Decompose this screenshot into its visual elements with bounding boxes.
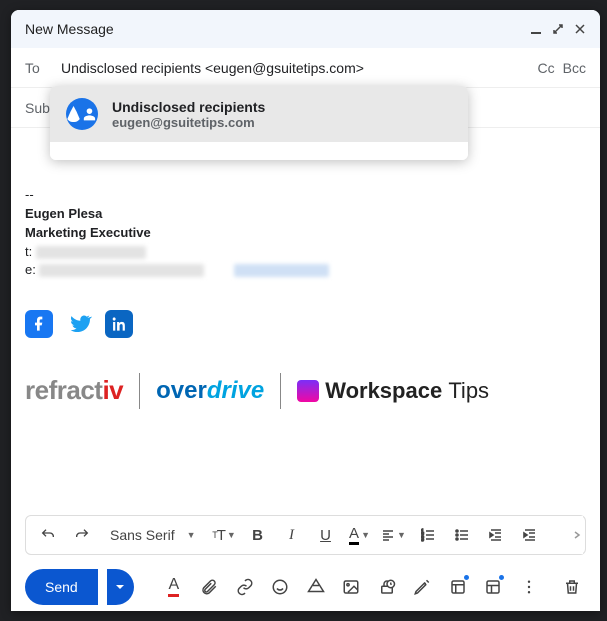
signature-icon[interactable] — [409, 573, 437, 601]
facebook-icon[interactable] — [25, 310, 53, 338]
numbered-list-button[interactable]: 123 — [414, 521, 442, 549]
emoji-icon[interactable] — [267, 573, 295, 601]
indent-more-button[interactable] — [516, 521, 544, 549]
svg-text:3: 3 — [421, 537, 424, 542]
social-icons — [25, 310, 586, 338]
logo-separator — [280, 373, 281, 409]
compose-title: New Message — [25, 21, 530, 37]
underline-button[interactable]: U — [312, 521, 340, 549]
subject-label: Sub — [25, 100, 51, 116]
font-picker[interactable]: Sans Serif ▼ — [102, 527, 204, 543]
chevron-down-icon: ▼ — [227, 530, 235, 540]
to-value[interactable]: Undisclosed recipients <eugen@gsuitetips… — [61, 60, 528, 76]
redacted-phone — [36, 246, 146, 259]
redo-button[interactable] — [68, 521, 96, 549]
drive-icon[interactable] — [302, 573, 330, 601]
suggestion-name: Undisclosed recipients — [112, 99, 265, 115]
to-label: To — [25, 60, 51, 76]
confidential-icon[interactable] — [373, 573, 401, 601]
close-icon[interactable] — [574, 23, 586, 35]
signature-block: -- Eugen Plesa Marketing Executive t: e: — [25, 186, 586, 410]
twitter-icon[interactable] — [65, 310, 93, 338]
compose-header: New Message — [11, 10, 600, 48]
discard-icon[interactable] — [559, 573, 587, 601]
logo-separator — [139, 373, 140, 409]
layouts-icon[interactable] — [480, 573, 508, 601]
bullet-list-button[interactable] — [448, 521, 476, 549]
italic-button[interactable]: I — [278, 521, 306, 549]
cc-bcc: Cc Bcc — [538, 60, 586, 76]
signature-phone-line: t: — [25, 243, 586, 262]
refractiv-logo: refractiv — [25, 372, 123, 410]
to-row[interactable]: To Undisclosed recipients <eugen@gsuitet… — [11, 48, 600, 88]
phone-label: t: — [25, 244, 32, 259]
text-color-button[interactable]: A▼ — [346, 521, 374, 549]
suggestion-email: eugen@gsuitetips.com — [112, 115, 265, 130]
message-body[interactable]: -- Eugen Plesa Marketing Executive t: e: — [11, 128, 600, 515]
partner-logos: refractiv overdrive Workspace Tips — [25, 372, 586, 410]
recipient-suggestion-popup: Undisclosed recipients eugen@gsuitetips.… — [50, 86, 468, 160]
toolbar-overflow[interactable] — [571, 516, 583, 554]
bcc-button[interactable]: Bcc — [563, 60, 586, 76]
send-options-button[interactable] — [107, 569, 135, 605]
window-actions — [530, 23, 586, 35]
chevron-down-icon: ▼ — [361, 530, 370, 540]
cc-button[interactable]: Cc — [538, 60, 555, 76]
signature-title: Marketing Executive — [25, 224, 586, 243]
link-icon[interactable] — [231, 573, 259, 601]
chevron-down-icon: ▼ — [397, 530, 406, 540]
suggestion-text: Undisclosed recipients eugen@gsuitetips.… — [112, 99, 265, 130]
signature-email-line: e: — [25, 261, 586, 280]
signature-divider: -- — [25, 186, 586, 205]
undo-button[interactable] — [34, 521, 62, 549]
format-toggle-button[interactable]: A — [160, 573, 188, 601]
suggestion-tail — [50, 142, 468, 160]
popout-icon[interactable] — [552, 23, 564, 35]
formatting-toolbar: Sans Serif ▼ TT▼ B I U A▼ ▼ 123 — [25, 515, 586, 555]
minimize-icon[interactable] — [530, 23, 542, 35]
indent-less-button[interactable] — [482, 521, 510, 549]
chevron-down-icon: ▼ — [187, 530, 196, 540]
font-size-button[interactable]: TT▼ — [210, 521, 238, 549]
signature-name: Eugen Plesa — [25, 205, 586, 224]
template-icon[interactable] — [444, 573, 472, 601]
image-icon[interactable] — [338, 573, 366, 601]
action-bar: Send A — [11, 563, 600, 611]
send-button[interactable]: Send — [25, 569, 98, 605]
redacted-email — [39, 264, 204, 277]
suggestion-item[interactable]: Undisclosed recipients eugen@gsuitetips.… — [50, 86, 468, 142]
overdrive-logo: overdrive — [156, 374, 264, 409]
align-button[interactable]: ▼ — [380, 521, 408, 549]
email-label: e: — [25, 262, 36, 277]
attach-icon[interactable] — [196, 573, 224, 601]
avatar-icon — [66, 98, 98, 130]
workspacetips-logo: Workspace Tips — [297, 375, 489, 407]
workspacetips-mark-icon — [297, 380, 319, 402]
bold-button[interactable]: B — [244, 521, 272, 549]
font-name: Sans Serif — [110, 527, 175, 543]
more-options-icon[interactable] — [515, 573, 543, 601]
linkedin-icon[interactable] — [105, 310, 133, 338]
redacted-link — [234, 264, 329, 277]
